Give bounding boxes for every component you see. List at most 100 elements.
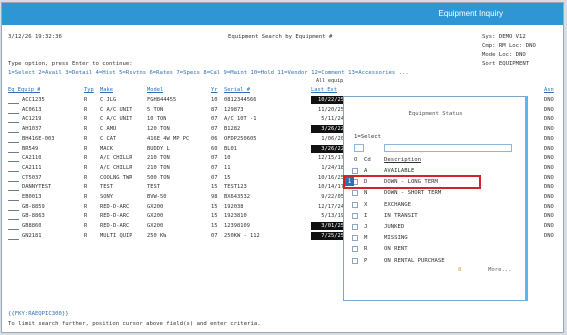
col-yr[interactable]: Yr bbox=[211, 86, 218, 94]
row-last-date: 12/15/17 bbox=[318, 155, 344, 162]
popup-title: Equipment Status bbox=[408, 111, 463, 117]
status-option-checkbox[interactable] bbox=[352, 235, 358, 242]
col-asn[interactable]: Asn bbox=[544, 86, 554, 94]
header-mode: Mode Loc: DNO bbox=[482, 52, 526, 58]
row-option-field[interactable] bbox=[8, 229, 19, 231]
status-option[interactable]: P ON RENTAL PURCHASE bbox=[352, 256, 520, 266]
row-asn: DNO bbox=[544, 223, 554, 230]
row-equip: EB0013 bbox=[22, 194, 42, 200]
col-last[interactable]: Last Est bbox=[311, 86, 337, 94]
row-model: 500 TON bbox=[147, 174, 170, 181]
row-last-date: 1/24/18 bbox=[321, 164, 344, 171]
row-option-field[interactable] bbox=[8, 103, 19, 104]
row-asn: DNO bbox=[544, 184, 554, 191]
row-option-field[interactable] bbox=[8, 132, 19, 134]
row-make: A/C CHILLR bbox=[100, 155, 133, 162]
row-serial: A/C 10T -1 bbox=[224, 116, 257, 123]
status-description: JUNKED bbox=[384, 224, 405, 230]
row-typ: R bbox=[84, 135, 88, 142]
col-model[interactable]: Model bbox=[147, 86, 163, 94]
col-serial[interactable]: Serial # bbox=[224, 86, 250, 94]
status-option[interactable]: N DOWN - SHORT TERM bbox=[352, 188, 520, 198]
row-option-field[interactable] bbox=[8, 141, 19, 143]
status-description: ON RENT bbox=[384, 246, 408, 253]
row-asn: DNO bbox=[544, 194, 554, 200]
col-typ[interactable]: Typ bbox=[84, 86, 94, 94]
popup-more[interactable]: More... bbox=[488, 267, 512, 274]
status-option-checkbox[interactable] bbox=[352, 212, 358, 219]
row-asn: DNO bbox=[544, 97, 554, 103]
col-make[interactable]: Make bbox=[100, 86, 113, 94]
row-typ: R bbox=[84, 145, 88, 152]
popup-option-field[interactable] bbox=[354, 144, 364, 152]
row-model: 210 TON bbox=[147, 164, 170, 171]
status-option-checkbox[interactable] bbox=[352, 201, 358, 208]
row-make: C A/C UNIT bbox=[100, 116, 133, 123]
row-serial: TEST123 bbox=[224, 184, 247, 191]
row-asn: DNO bbox=[544, 145, 554, 152]
row-yr: 07 bbox=[211, 155, 218, 162]
equipment-status-popup: Equipment Status 1=Select O Cd Descripti… bbox=[343, 96, 528, 301]
header-sys: Sys: DEMO V12 bbox=[482, 34, 526, 40]
status-description: MISSING bbox=[384, 235, 408, 242]
row-option-field[interactable] bbox=[8, 161, 19, 163]
status-option[interactable]: R ON RENT bbox=[352, 244, 520, 254]
column-header-row: Eq Equip # Typ Make Model Yr Serial # La… bbox=[2, 86, 563, 94]
row-typ: R bbox=[84, 164, 88, 171]
row-model: TEST bbox=[147, 184, 160, 191]
row-typ: R bbox=[84, 194, 88, 200]
status-option-checkbox[interactable] bbox=[352, 224, 358, 230]
row-option-field[interactable] bbox=[8, 190, 19, 192]
row-typ: R bbox=[84, 155, 88, 162]
status-option[interactable]: J JUNKED bbox=[352, 222, 520, 232]
row-last-date: 3/01/25 bbox=[311, 222, 344, 231]
row-serial: BX643532 bbox=[224, 194, 250, 200]
col-equip[interactable]: Eq Equip # bbox=[8, 86, 40, 94]
row-make: MACK bbox=[100, 145, 113, 152]
status-code: M bbox=[364, 235, 368, 242]
popup-col-cd: Cd bbox=[364, 157, 371, 163]
popup-col-o: O bbox=[354, 157, 358, 163]
row-last-date: 11/20/25 bbox=[318, 106, 344, 113]
row-make: MULTI QUIP bbox=[100, 232, 133, 239]
row-serial: 192038 bbox=[224, 203, 244, 210]
row-make: C A/C UNIT bbox=[100, 106, 133, 113]
row-typ: R bbox=[84, 126, 88, 133]
row-option-field[interactable] bbox=[8, 180, 19, 182]
row-option-field[interactable] bbox=[8, 122, 19, 124]
row-serial: OFDP250605 bbox=[224, 135, 257, 142]
status-code: R bbox=[364, 246, 368, 253]
popup-search-field[interactable] bbox=[384, 144, 512, 152]
status-option-checkbox[interactable] bbox=[352, 190, 358, 197]
window-title: Equipment Inquiry bbox=[2, 3, 563, 25]
row-make: SONY bbox=[100, 194, 113, 200]
row-option-field[interactable] bbox=[8, 170, 19, 172]
status-option[interactable]: X EXCHANGE bbox=[352, 200, 520, 210]
popup-scrollbar[interactable] bbox=[525, 96, 527, 301]
status-option[interactable]: M MISSING bbox=[352, 233, 520, 243]
status-option-checkbox[interactable] bbox=[352, 168, 358, 174]
row-option-field[interactable] bbox=[8, 209, 19, 211]
row-model: 10 TON bbox=[147, 116, 167, 123]
row-last-date: 1/06/20 bbox=[321, 135, 344, 142]
popup-col-desc: Description bbox=[384, 157, 422, 163]
row-option-field[interactable] bbox=[8, 151, 19, 153]
row-serial: 11 bbox=[224, 164, 231, 171]
status-option-checkbox[interactable] bbox=[352, 246, 358, 253]
row-option-field[interactable] bbox=[8, 219, 19, 221]
row-model: GX200 bbox=[147, 213, 164, 220]
row-make: COOLNG TWR bbox=[100, 174, 133, 181]
row-equip: CT5037 bbox=[22, 174, 42, 181]
row-option-field[interactable] bbox=[8, 238, 19, 240]
row-option-field[interactable] bbox=[8, 200, 19, 201]
row-asn: DNO bbox=[544, 116, 554, 123]
status-option[interactable]: I IN TRANSIT bbox=[352, 211, 520, 221]
row-equip: BR549 bbox=[22, 145, 39, 152]
row-last-date: 5/13/19 bbox=[321, 213, 344, 220]
status-option-checkbox[interactable] bbox=[352, 257, 358, 264]
row-make: C CAT bbox=[100, 135, 117, 142]
row-option-field[interactable] bbox=[8, 112, 19, 114]
row-yr: 15 bbox=[211, 203, 218, 210]
row-equip: BH416E-003 bbox=[22, 135, 55, 142]
fkey-label: {{FKY:RAEQPIC300}} bbox=[8, 311, 69, 317]
